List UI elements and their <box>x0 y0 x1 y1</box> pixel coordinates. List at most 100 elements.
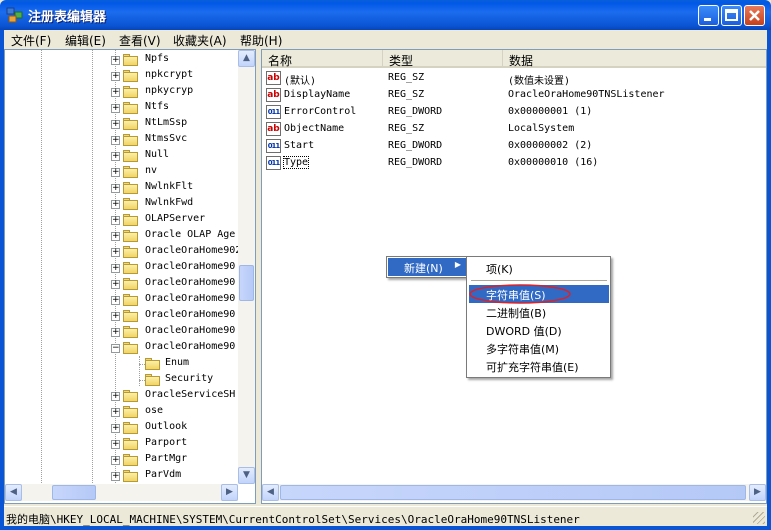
menu-edit[interactable]: 编辑(E) <box>65 32 106 49</box>
column-header-name[interactable]: 名称 <box>262 50 383 68</box>
close-icon <box>749 10 760 21</box>
expand-icon[interactable]: + <box>111 248 120 257</box>
folder-icon <box>123 294 139 306</box>
value-row[interactable]: 011 Start REG_DWORD 0x00000002 (2) <box>266 138 746 155</box>
tree-node[interactable]: + npkycryp <box>5 84 237 100</box>
menu-item-expandable-string-value[interactable]: 可扩充字符串值(E) <box>469 357 609 375</box>
collapse-icon[interactable]: − <box>111 344 120 353</box>
scroll-thumb[interactable] <box>52 485 96 500</box>
regedit-icon <box>6 7 23 23</box>
menu-view[interactable]: 查看(V) <box>119 32 161 49</box>
expand-icon[interactable]: + <box>111 184 120 193</box>
title-bar[interactable]: 注册表编辑器 <box>0 0 771 30</box>
scroll-thumb[interactable] <box>280 485 746 500</box>
tree-node[interactable]: + NwlnkFwd <box>5 196 237 212</box>
scroll-left-button[interactable]: ◀ <box>5 484 22 501</box>
expand-icon[interactable]: + <box>111 280 120 289</box>
tree-node[interactable]: + Npfs <box>5 52 237 68</box>
tree-node[interactable]: + NwlnkFlt <box>5 180 237 196</box>
resize-grip[interactable] <box>753 512 765 524</box>
minimize-button[interactable] <box>698 5 719 26</box>
menu-help[interactable]: 帮助(H) <box>240 32 282 49</box>
tree-node[interactable]: + OracleOraHome90 <box>5 260 237 276</box>
value-row[interactable]: 011 Type REG_DWORD 0x00000010 (16) <box>266 155 746 172</box>
expand-icon[interactable]: + <box>111 152 120 161</box>
tree-node[interactable]: + OracleOraHome90 <box>5 308 237 324</box>
value-row[interactable]: 011 ErrorControl REG_DWORD 0x00000001 (1… <box>266 104 746 121</box>
scroll-thumb[interactable] <box>239 265 254 301</box>
menu-item-multi-string-value[interactable]: 多字符串值(M) <box>469 339 609 357</box>
expand-icon[interactable]: + <box>111 72 120 81</box>
expand-icon[interactable]: + <box>111 296 120 305</box>
close-button[interactable] <box>744 5 765 26</box>
expand-icon[interactable]: + <box>111 472 120 481</box>
tree-node[interactable]: + NtmsSvc <box>5 132 237 148</box>
tree-node[interactable]: + npkcrypt <box>5 68 237 84</box>
tree-vertical-scrollbar[interactable]: ▲ ▼ <box>238 50 255 484</box>
folder-icon <box>123 118 139 130</box>
tree-node[interactable]: + OLAPServer <box>5 212 237 228</box>
tree-node[interactable]: + Outlook <box>5 420 237 436</box>
tree-node-label: Security <box>165 373 214 384</box>
value-row[interactable]: ab DisplayName REG_SZ OracleOraHome90TNS… <box>266 87 746 104</box>
value-data: (数值未设置) <box>508 76 571 87</box>
value-data: 0x00000001 (1) <box>508 106 593 117</box>
expand-icon[interactable]: + <box>111 88 120 97</box>
tree-node[interactable]: + Oracle OLAP Age <box>5 228 237 244</box>
tree-node[interactable]: + NtLmSsp <box>5 116 237 132</box>
expand-icon[interactable]: + <box>111 232 120 241</box>
scroll-right-button[interactable]: ▶ <box>221 484 238 501</box>
expand-icon[interactable]: + <box>111 328 120 337</box>
column-header-type[interactable]: 类型 <box>383 50 503 68</box>
column-header-data[interactable]: 数据 <box>503 50 766 68</box>
tree-node[interactable]: + ParVdm <box>5 468 237 484</box>
value-row[interactable]: ab ObjectName REG_SZ LocalSystem <box>266 121 746 138</box>
tree-horizontal-scrollbar[interactable]: ◀ ▶ <box>5 484 238 501</box>
tree-node[interactable]: + OracleOraHome90 <box>5 292 237 308</box>
tree-node[interactable]: Security <box>5 372 237 388</box>
tree-node[interactable]: + Ntfs <box>5 100 237 116</box>
tree-node[interactable]: + ose <box>5 404 237 420</box>
expand-icon[interactable]: + <box>111 424 120 433</box>
maximize-icon <box>725 9 738 21</box>
expand-icon[interactable]: + <box>111 216 120 225</box>
tree-node[interactable]: + Parport <box>5 436 237 452</box>
expand-icon[interactable]: + <box>111 168 120 177</box>
tree-node[interactable]: − OracleOraHome90 <box>5 340 237 356</box>
values-horizontal-scrollbar[interactable]: ◀ ▶ <box>262 484 766 501</box>
expand-icon[interactable]: + <box>111 120 120 129</box>
tree-node[interactable]: + OracleOraHome902 <box>5 244 241 260</box>
scroll-left-button[interactable]: ◀ <box>262 484 279 501</box>
menu-item-key[interactable]: 项(K) <box>469 259 609 277</box>
menu-item-dword-value[interactable]: DWORD 值(D) <box>469 321 609 339</box>
folder-icon <box>123 70 139 82</box>
expand-icon[interactable]: + <box>111 136 120 145</box>
value-row[interactable]: ab (默认) REG_SZ (数值未设置) <box>266 70 746 87</box>
expand-icon[interactable]: + <box>111 392 120 401</box>
menu-file[interactable]: 文件(F) <box>11 32 51 49</box>
expand-icon[interactable]: + <box>111 440 120 449</box>
menu-favorites[interactable]: 收藏夹(A) <box>173 32 227 49</box>
scroll-up-button[interactable]: ▲ <box>238 50 255 67</box>
tree-node[interactable]: + OracleOraHome90 <box>5 276 237 292</box>
tree-node[interactable]: + OracleServiceSH <box>5 388 237 404</box>
scroll-right-button[interactable]: ▶ <box>749 484 766 501</box>
tree-pane[interactable]: + Npfs + npkcrypt + npkycryp + Ntfs + NtLmSsp + Ntm… <box>4 49 256 504</box>
expand-icon[interactable]: + <box>111 264 120 273</box>
tree-node[interactable]: + Null <box>5 148 237 164</box>
tree-node[interactable]: + PartMgr <box>5 452 237 468</box>
window-frame-right <box>767 30 771 530</box>
scroll-down-button[interactable]: ▼ <box>238 467 255 484</box>
expand-icon[interactable]: + <box>111 456 120 465</box>
expand-icon[interactable]: + <box>111 312 120 321</box>
tree-node[interactable]: + OracleOraHome90 <box>5 324 237 340</box>
tree-node[interactable]: Enum <box>5 356 237 372</box>
menu-item-new[interactable]: 新建(N) ▶ <box>388 258 466 276</box>
expand-icon[interactable]: + <box>111 408 120 417</box>
tree-node[interactable]: + nv <box>5 164 237 180</box>
maximize-button[interactable] <box>721 5 742 26</box>
expand-icon[interactable]: + <box>111 104 120 113</box>
expand-icon[interactable]: + <box>111 56 120 65</box>
expand-icon[interactable]: + <box>111 200 120 209</box>
value-type: REG_DWORD <box>388 106 443 117</box>
